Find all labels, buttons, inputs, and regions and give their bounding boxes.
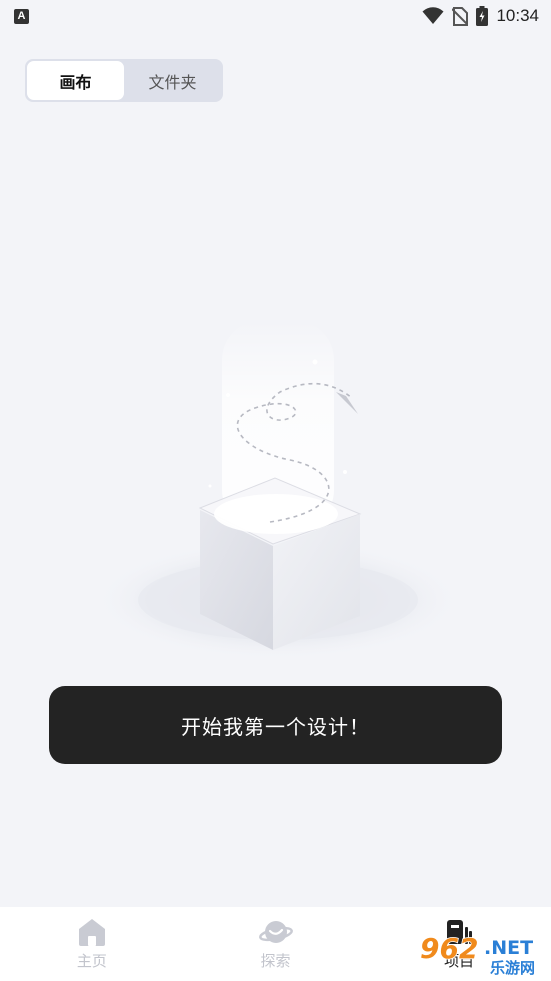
nav-home[interactable]: 主页: [0, 907, 184, 981]
nav-explore[interactable]: 探索: [184, 907, 368, 981]
bottom-nav: 主页 探索 项目: [0, 907, 551, 981]
start-design-button[interactable]: 开始我第一个设计！: [49, 686, 502, 764]
status-left: A: [14, 8, 29, 24]
project-icon: [447, 920, 473, 944]
home-icon: [78, 919, 105, 946]
a-notification-icon: A: [14, 8, 29, 24]
nav-home-label: 主页: [76, 952, 107, 970]
empty-box-illustration: [93, 320, 463, 660]
nav-projects[interactable]: 项目: [367, 907, 551, 981]
nav-projects-label: 项目: [444, 952, 475, 970]
view-switch: 画布 文件夹: [25, 59, 223, 102]
status-bar: A 10:34: [0, 0, 551, 32]
status-time: 10:34: [496, 6, 539, 25]
no-sim-icon: [452, 6, 469, 26]
tab-canvas[interactable]: 画布: [27, 61, 124, 100]
planet-icon: [258, 921, 293, 943]
wifi-icon: [422, 7, 444, 24]
nav-explore-label: 探索: [260, 952, 291, 970]
status-right: 10:34: [422, 6, 539, 26]
tab-folders[interactable]: 文件夹: [124, 61, 221, 100]
battery-charging-icon: [476, 6, 489, 26]
